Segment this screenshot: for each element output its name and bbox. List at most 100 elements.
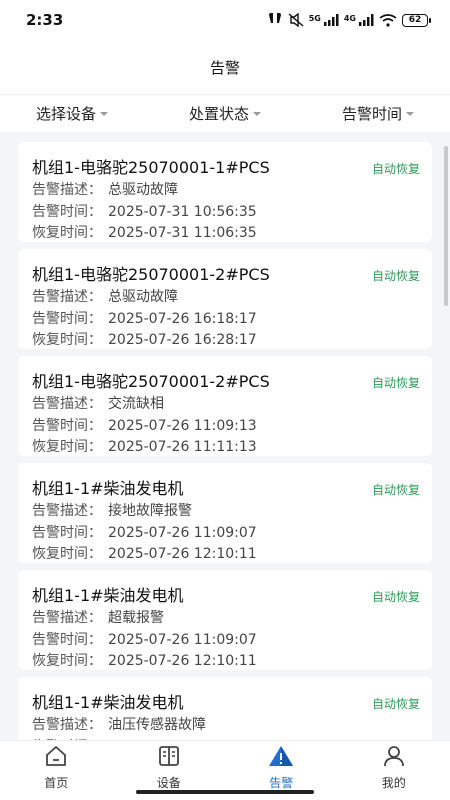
alarm-description-row: 告警描述： 超载报警 (32, 608, 420, 630)
alarm-description-row: 告警描述： 总驱动故障 (32, 180, 420, 202)
alarm-time-value: 2025-07-26 11:09:13 (108, 417, 257, 434)
alarm-description-value: 接地故障报警 (108, 503, 192, 519)
earbuds-icon (267, 13, 283, 27)
recover-time-value: 2025-07-26 16:28:17 (108, 332, 257, 348)
scrollbar[interactable] (444, 146, 448, 306)
filter-device-label: 选择设备 (36, 105, 97, 123)
alarm-time-label: 告警时间： (32, 203, 102, 220)
alarm-status-badge: 自动恢复 (371, 162, 420, 176)
app-header: 告警 (0, 40, 450, 94)
recover-time-row: 恢复时间： 2025-07-26 11:11:13 (32, 437, 420, 459)
recover-time-label: 恢复时间： (32, 439, 102, 455)
alarm-description-value: 总驱动故障 (108, 289, 178, 305)
recover-time-row: 恢复时间： 2025-07-26 12:10:11 (32, 651, 420, 673)
alarm-device-name: 机组1-电骆驼25070001-1#PCS (32, 158, 270, 177)
alarm-card[interactable]: 机组1-1#柴油发电机自动恢复告警描述：油压传感器故障告警时间：恢复时间： (18, 677, 432, 740)
alarm-time-label: 告警时间： (32, 417, 102, 434)
signal-icon (323, 14, 339, 26)
alarm-card[interactable]: 机组1-1#柴油发电机 自动恢复 告警描述： 接地故障报警 告警时间： 2025-07-2… (18, 463, 432, 563)
alarm-description-row: 告警描述： 总驱动故障 (32, 287, 420, 309)
alarm-time-row: 告警时间： 2025-07-26 16:18:17 (32, 309, 420, 331)
alarm-description-label: 告警描述： (32, 182, 102, 198)
home-indicator (136, 790, 314, 794)
caret-down-icon (100, 112, 109, 116)
alarm-time-row: 告警时间： 2025-07-26 11:09:07 (32, 630, 420, 652)
alarm-status-badge: 自动恢复 (371, 483, 420, 497)
status-icons: 5G 4G 62 (267, 13, 431, 27)
alarm-description-row: 告警描述： 交流缺相 (32, 394, 420, 416)
tab-profile[interactable]: 我的 (339, 741, 449, 800)
page-title: 告警 (209, 58, 240, 77)
tab-home[interactable]: 首页 (1, 741, 111, 800)
alarm-description-value: 油压传感器故障 (108, 717, 206, 733)
alarm-description-label: 告警描述： (32, 396, 102, 412)
filter-bar: 选择设备 处置状态 告警时间 (0, 94, 450, 132)
recover-time-value: 2025-07-26 12:10:11 (108, 546, 257, 562)
caret-down-icon (253, 112, 261, 116)
alarm-description-value: 总驱动故障 (108, 182, 178, 198)
alarm-time-row: 告警时间： 2025-07-26 11:09:07 (32, 523, 420, 545)
alarm-card[interactable]: 机组1-电骆驼25070001-1#PCS 自动恢复 告警描述： 总驱动故障 告警时间：… (18, 142, 432, 242)
recover-time-value: 2025-07-31 11:06:35 (108, 225, 257, 241)
alarm-description-label: 告警描述： (32, 503, 102, 519)
alarm-card[interactable]: 机组1-电骆驼25070001-2#PCS 自动恢复 告警描述： 总驱动故障 告警时间：… (18, 249, 432, 349)
filter-status-label: 处置状态 (188, 105, 249, 123)
recover-time-label: 恢复时间： (32, 653, 102, 669)
filter-status[interactable]: 处置状态 (189, 103, 261, 124)
alarm-device-name: 机组1-1#柴油发电机 (32, 693, 184, 712)
caret-down-icon (405, 112, 414, 116)
recover-time-row: 恢复时间： 2025-07-31 11:06:35 (32, 223, 420, 245)
recover-time-label: 恢复时间： (32, 225, 102, 241)
status-bar: 2:33 5G 4G 62 (0, 0, 450, 40)
tab-profile-label: 我的 (381, 776, 406, 790)
alarm-time-label: 告警时间： (32, 310, 102, 327)
alarm-time-value: 2025-07-26 16:18:17 (108, 310, 257, 327)
alarm-status-badge: 自动恢复 (371, 697, 420, 711)
tab-alarm-label: 告警 (269, 776, 294, 790)
alarm-description-label: 告警描述： (32, 289, 102, 305)
alarm-description-label: 告警描述： (32, 610, 102, 626)
tab-home-label: 首页 (44, 776, 69, 790)
status-time: 2:33 (26, 11, 64, 29)
alarm-time-value: 2025-07-26 11:09:07 (108, 524, 257, 541)
alarm-card[interactable]: 机组1-电骆驼25070001-2#PCS 自动恢复告警描述： 交流缺相 告警时间： 2… (18, 356, 432, 456)
alarm-card[interactable]: 机组1-1#柴油发电机 自动恢复告警描述： 超载报警 告警时间： 2025-07-26 … (18, 570, 432, 670)
alarm-status-badge: 自动恢复 (371, 376, 420, 390)
alarm-device-name: 机组1-电骆驼25070001-2#PCS (32, 372, 270, 391)
mute-icon (288, 13, 304, 27)
alarm-status-badge: 自动恢复 (371, 590, 420, 604)
network-5g-label: 5G (308, 14, 321, 23)
tab-device-label: 设备 (156, 776, 181, 790)
filter-time[interactable]: 告警时间 (342, 103, 414, 124)
alarm-time-row: 告警时间： 2025-07-26 11:09:13 (32, 416, 420, 438)
alarm-list[interactable]: 机组1-电骆驼25070001-1#PCS 自动恢复 告警描述： 总驱动故障 告警时间：… (0, 132, 450, 740)
recover-time-value: 2025-07-26 12:10:11 (108, 653, 257, 669)
alarm-device-name: 机组1-1#柴油发电机 (32, 586, 184, 605)
alarm-device-name: 机组1-电骆驼25070001-2#PCS (32, 265, 270, 284)
alarm-status-badge: 自动恢复 (371, 269, 420, 283)
screen: 2:33 5G 4G 62 告警 选择设备 处置状态 告警时间 机组1-电骆驼2… (0, 0, 450, 800)
alarm-description-row: 告警描述： 油压传感器故障 (32, 715, 420, 737)
alarm-description-value: 交流缺相 (108, 396, 164, 412)
alarm-description-value: 超载报警 (108, 610, 164, 626)
recover-time-row: 恢复时间： 2025-07-26 12:10:11 (32, 544, 420, 566)
recover-time-row: 恢复时间： 2025-07-26 16:28:17 (32, 330, 420, 352)
network-4g-label: 4G (343, 14, 356, 23)
alarm-time-label: 告警时间： (32, 631, 102, 648)
alarm-description-row: 告警描述： 接地故障报警 (32, 501, 420, 523)
home-icon (44, 745, 68, 771)
signal-icon-2 (358, 14, 374, 26)
filter-device[interactable]: 选择设备 (36, 103, 109, 124)
alarm-description-label: 告警描述： (32, 717, 102, 733)
alarm-time-value: 2025-07-26 11:09:07 (108, 631, 257, 648)
recover-time-value: 2025-07-26 11:11:13 (108, 439, 257, 455)
recover-time-label: 恢复时间： (32, 546, 102, 562)
filter-time-label: 告警时间 (341, 105, 402, 123)
device-icon (157, 745, 181, 771)
recover-time-label: 恢复时间： (32, 332, 102, 348)
battery-icon: 62 (402, 13, 431, 27)
user-icon (382, 745, 406, 771)
alarm-time-row: 告警时间： 2025-07-31 10:56:35 (32, 202, 420, 224)
alarm-time-value: 2025-07-31 10:56:35 (108, 203, 257, 220)
alarm-time-label: 告警时间： (32, 524, 102, 541)
